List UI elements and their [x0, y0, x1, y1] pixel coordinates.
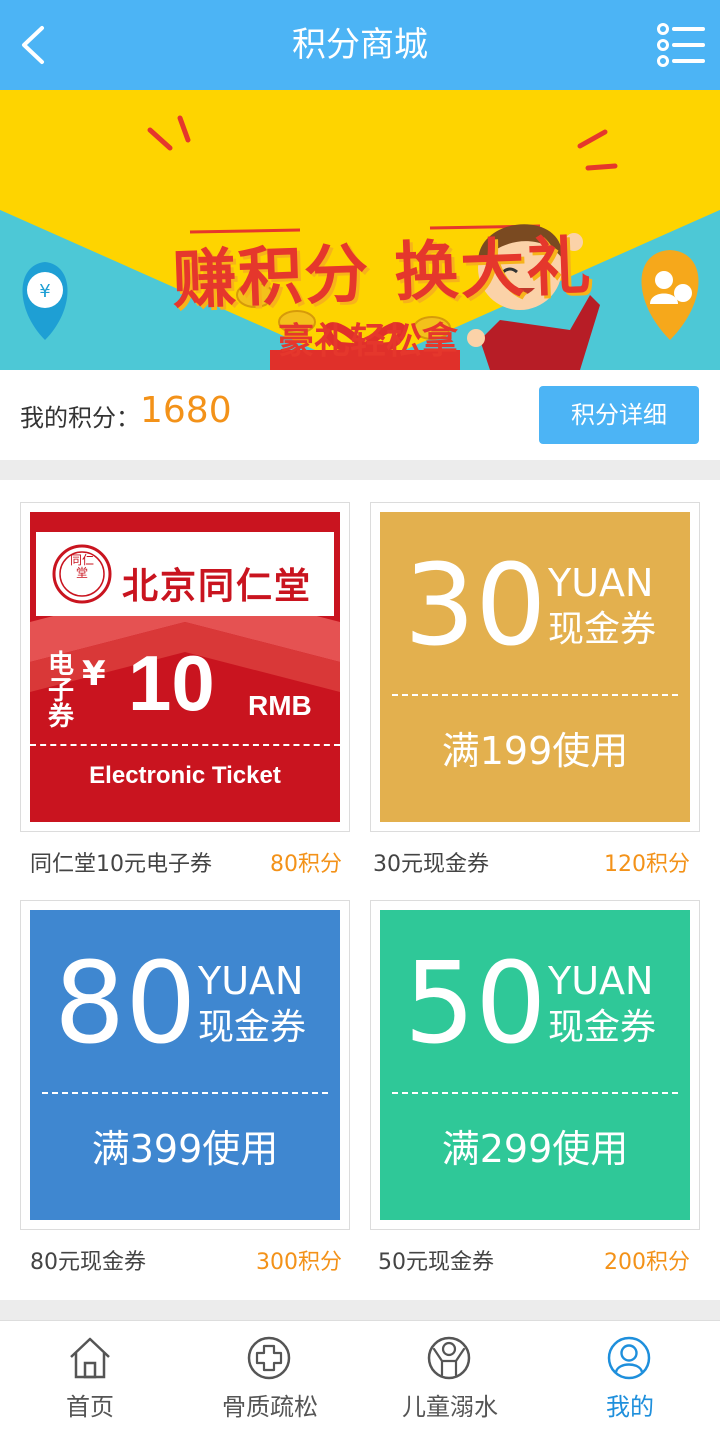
banner-title: 赚积分 换大礼: [171, 228, 594, 319]
coupon-amount: 50: [404, 939, 547, 1069]
product-card-80-yuan[interactable]: 80 YUAN 现金券 满399使用: [20, 900, 350, 1230]
ticket-caption: Electronic Ticket: [89, 762, 281, 789]
coupon-unit: YUAN: [548, 959, 654, 1003]
coupon-unit: YUAN: [198, 959, 304, 1003]
ticket-currency: ¥: [82, 654, 106, 694]
home-icon: [70, 1337, 110, 1379]
product-name: 30元现金券: [373, 852, 489, 877]
coupon-divider: [392, 1092, 678, 1094]
coupon-condition: 满299使用: [441, 1127, 629, 1171]
product-grid: 同仁堂 北京同仁堂 电子券 ¥ 10 RMB Electronic Ticket…: [0, 480, 720, 1300]
child-icon: [427, 1336, 471, 1380]
tab-label: 我的: [606, 1393, 654, 1421]
bottom-tab-bar: 首页 骨质疏松 儿童溺水 我的: [0, 1320, 720, 1433]
coupon-unit: YUAN: [548, 561, 654, 605]
page-title: 积分商城: [292, 25, 428, 65]
coupon-30-image: 30 YUAN 现金券 满199使用: [380, 512, 690, 822]
seal-text: 同仁堂: [69, 553, 94, 580]
ticket-unit: RMB: [248, 690, 312, 721]
tab-label: 首页: [66, 1393, 114, 1421]
brand-name: 北京同仁堂: [122, 565, 313, 607]
tab-mine[interactable]: 我的: [540, 1321, 720, 1433]
banner-subtitle: 豪礼轻松拿: [278, 320, 459, 362]
svg-text:¥: ¥: [39, 281, 50, 302]
coupon-label: 现金券: [548, 609, 657, 650]
points-detail-button[interactable]: 积分详细: [539, 386, 699, 444]
ticket-type: 电子券: [48, 650, 75, 732]
product-card-30-yuan[interactable]: 30 YUAN 现金券 满199使用: [370, 502, 700, 832]
product-cost: 120积分: [604, 852, 690, 877]
menu-button[interactable]: [656, 20, 706, 70]
product-cost: 80积分: [270, 852, 342, 877]
product-name: 同仁堂10元电子券: [30, 852, 212, 877]
coupon-amount: 80: [54, 939, 197, 1069]
product-cost: 200积分: [604, 1250, 690, 1275]
coupon-50-image: 50 YUAN 现金券 满299使用: [380, 910, 690, 1220]
ticket-amount: 10: [128, 639, 215, 727]
coupon-condition: 满399使用: [91, 1127, 279, 1171]
my-points-bar: 我的积分： 1680 积分详细: [0, 370, 720, 460]
coupon-condition: 满199使用: [441, 729, 629, 773]
tab-osteoporosis[interactable]: 骨质疏松: [180, 1321, 360, 1433]
tab-child-drowning[interactable]: 儿童溺水: [360, 1321, 540, 1433]
promo-banner[interactable]: ¥ 赚积分 换大礼 豪礼轻松拿: [0, 90, 720, 370]
tab-label: 儿童溺水: [402, 1393, 498, 1421]
coupon-divider: [42, 1092, 328, 1094]
product-name: 50元现金券: [378, 1250, 494, 1275]
tab-home[interactable]: 首页: [0, 1321, 180, 1433]
list-menu-icon: [657, 23, 705, 67]
header-bar: 积分商城: [0, 0, 720, 90]
medical-cross-icon: [247, 1336, 291, 1380]
ticket-divider: [30, 744, 340, 746]
points-label: 我的积分：: [20, 404, 140, 432]
product-card-tongrentang[interactable]: 同仁堂 北京同仁堂 电子券 ¥ 10 RMB Electronic Ticket: [20, 502, 350, 832]
product-card-50-yuan[interactable]: 50 YUAN 现金券 满299使用: [370, 900, 700, 1230]
user-icon: [607, 1336, 651, 1380]
coupon-80-image: 80 YUAN 现金券 满399使用: [30, 910, 340, 1220]
coupon-label: 现金券: [548, 1007, 657, 1048]
tongrentang-ticket-image: 同仁堂 北京同仁堂 电子券 ¥ 10 RMB Electronic Ticket: [30, 512, 340, 822]
coupon-label: 现金券: [198, 1007, 307, 1048]
product-name: 80元现金券: [30, 1250, 146, 1275]
tab-label: 骨质疏松: [222, 1393, 318, 1421]
points-value: 1680: [140, 390, 232, 431]
product-cost: 300积分: [256, 1250, 342, 1275]
coupon-amount: 30: [404, 541, 547, 671]
coupon-divider: [392, 694, 678, 696]
